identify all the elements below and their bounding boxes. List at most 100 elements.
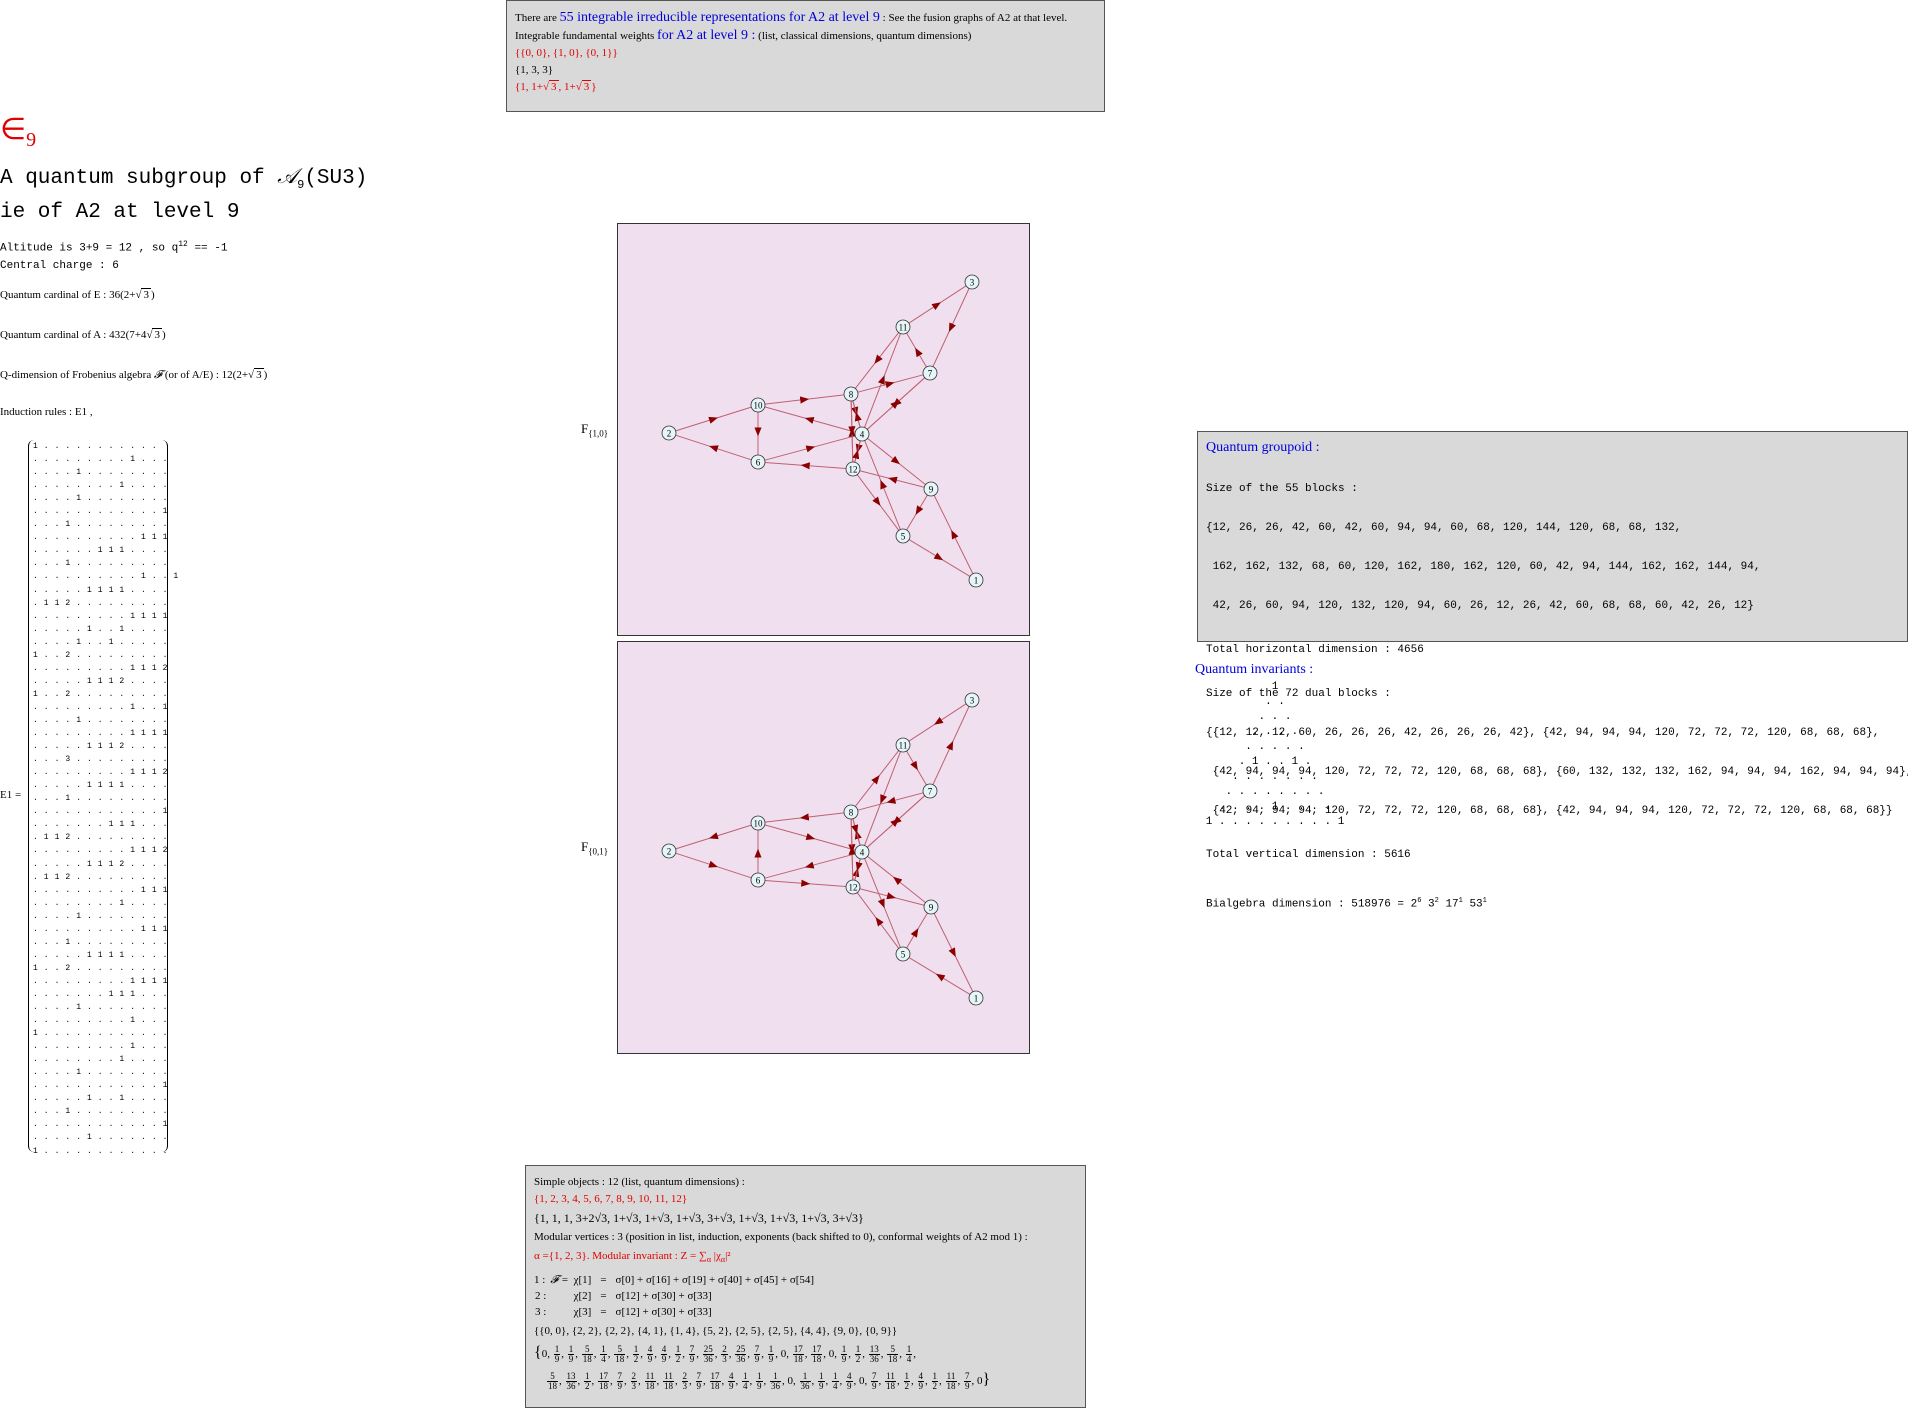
- fusion-graph-01: 123456789101112: [617, 641, 1030, 1054]
- matrix-row: . . . . . 1 1 1 1 . . . .: [29, 779, 167, 792]
- graph-edge: [907, 913, 928, 948]
- groupoid-title: Quantum groupoid :: [1206, 439, 1899, 457]
- cw-fraction: 12: [675, 1345, 682, 1364]
- cw-fraction: 12: [904, 1372, 911, 1391]
- graph-edge: [765, 395, 844, 404]
- qcard-a-sqrt: 3: [152, 328, 162, 341]
- row-chi: χ[3]: [573, 1304, 600, 1320]
- matrix-row: . . . . . . . . . 1 . . .: [29, 1014, 167, 1027]
- graph-node-label: 8: [849, 808, 854, 818]
- size-blocks-line: {12, 26, 26, 42, 60, 42, 60, 94, 94, 60,…: [1206, 522, 1899, 535]
- altitude-exp: 12: [178, 240, 188, 249]
- fusion-graph-10-svg: 123456789101112: [618, 224, 1031, 637]
- modular-invariant-line: α ={1, 2, 3}. Modular invariant : Z = ∑α…: [534, 1246, 1077, 1270]
- cw-fraction: 19: [818, 1372, 825, 1391]
- matrix-row: . . . 1 . . . . . . . . .: [29, 936, 167, 949]
- graph-node-label: 12: [849, 883, 858, 893]
- exponents-list: {{0, 0}, {2, 2}, {2, 2}, {4, 1}, {1, 4},…: [534, 1323, 1077, 1340]
- graph-edge: [853, 819, 860, 846]
- cw-fraction: 1718: [710, 1372, 721, 1391]
- cw-fraction: 79: [696, 1372, 703, 1391]
- matrix-row: . . . . 1 . . . . . . . .: [29, 1001, 167, 1014]
- cw-fraction: 79: [689, 1345, 696, 1364]
- graph1-label: F{1,0}: [581, 421, 608, 439]
- graph-edge: [855, 751, 898, 807]
- qd-d: 3: [582, 80, 592, 93]
- graph-edge: [765, 407, 856, 432]
- graph-edge: [865, 752, 901, 846]
- modular-row: 2 :χ[2]=σ[12] + σ[30] + σ[33]: [534, 1288, 815, 1304]
- graph-edge: [867, 796, 925, 848]
- matrix-row: . . . . . 1 . . 1 . . . .: [29, 623, 167, 636]
- graph-node-label: 3: [970, 278, 975, 288]
- row-eq: =: [599, 1304, 614, 1320]
- invariants-row: . . . .: [1195, 725, 1355, 740]
- qcard-e-value: 36(2+: [109, 289, 135, 301]
- simple-objects-list: {1, 2, 3, 4, 5, 6, 7, 8, 9, 10, 11, 12}: [534, 1191, 1077, 1208]
- bialgebra-dim: Bialgebra dimension : 518976 = 26 32 171…: [1206, 895, 1899, 912]
- symbol-subscript: 9: [26, 129, 36, 151]
- matrix-row: . . . . . . . . 1 . . . .: [29, 1053, 167, 1066]
- invariants-row: . .: [1195, 695, 1355, 710]
- cw-fraction: 12: [633, 1345, 640, 1364]
- invariants-row: . . . . . . . .: [1195, 785, 1355, 800]
- cw-fraction: 79: [617, 1372, 624, 1391]
- qcard-a-label: Quantum cardinal of A :: [0, 329, 109, 341]
- graph-edge: [865, 334, 901, 428]
- cw-fraction: 14: [600, 1345, 607, 1364]
- matrix-row: . . . . . 1 . . . . . . .: [29, 1131, 167, 1144]
- row-eq: =: [599, 1272, 614, 1288]
- matrix-row: 1 . . . . . . . . . . . .: [29, 1027, 167, 1040]
- matrix-row: . . . . . . 1 1 1 . . . .: [29, 544, 167, 557]
- matrix-row: . . . . 1 . . 1 . . . . .: [29, 636, 167, 649]
- graph-edge: [765, 881, 846, 887]
- graph-node-label: 3: [970, 696, 975, 706]
- cw-fraction: 1118: [645, 1372, 656, 1391]
- graph-edge: [676, 407, 752, 431]
- graph-edge: [676, 825, 752, 849]
- graph-edge: [909, 958, 970, 995]
- heading-line1: A quantum subgroup of: [0, 167, 277, 190]
- qdim-frobenius: Q-dimension of Frobenius algebra 𝓕 (or o…: [0, 367, 267, 384]
- altitude-text: Altitude is 3+9 = 12 , so q: [0, 243, 178, 255]
- graph-node-label: 9: [929, 485, 934, 495]
- quantum-dims: {1, 1+√3, 1+√3}: [515, 79, 1096, 96]
- graph-node-label: 11: [899, 323, 908, 333]
- cw-fraction: 1336: [869, 1345, 880, 1364]
- qdim-sqrt: 3: [254, 368, 264, 381]
- cw-fraction: 518: [614, 1345, 625, 1364]
- weights-link[interactable]: for A2 at level 9 :: [657, 28, 755, 43]
- graph-edge: [907, 751, 927, 785]
- total-horizontal: Total horizontal dimension : 4656: [1206, 644, 1899, 657]
- weights-post: (list, classical dimensions, quantum dim…: [755, 30, 971, 42]
- matrix-row: . . . . . . . . . . 1 . . 1: [29, 570, 167, 583]
- matrix-row: 1 . . . . . . . . . . . .: [29, 1145, 167, 1158]
- graph-node-label: 2: [667, 429, 672, 439]
- graph-edge: [855, 441, 861, 462]
- page-heading: A quantum subgroup of 𝒜9(SU3) ie of A2 a…: [0, 163, 367, 226]
- row-eq: =: [599, 1288, 614, 1304]
- matrix-row: . . . . . . . . . 1 1 1 2: [29, 844, 167, 857]
- cw-fraction: 14: [906, 1345, 913, 1364]
- qd-c: , 1+: [559, 81, 576, 93]
- matrix-label: E1 =: [0, 789, 21, 801]
- graph-node-label: 7: [928, 369, 933, 379]
- graph-node-label: 7: [928, 787, 933, 797]
- graph-node-label: 10: [754, 819, 764, 829]
- cw-fraction: 1718: [811, 1345, 822, 1364]
- graph-edge: [857, 475, 899, 531]
- conformal-weights-2: 518, 1336, 12, 1718, 79, 23, 1118, 1118,…: [534, 1367, 1077, 1394]
- total-vertical: Total vertical dimension : 5616: [1206, 849, 1899, 862]
- invariants-row: . . . . .: [1195, 740, 1355, 755]
- graph-edge: [858, 793, 923, 810]
- reps-link[interactable]: 55 integrable irreducible representation…: [560, 10, 880, 25]
- heading-line2: ie of A2 at level 9: [0, 199, 367, 226]
- graph-node-label: 5: [901, 532, 906, 542]
- central-charge: Central charge : 6: [0, 258, 227, 275]
- bialgebra-m2: 3: [1421, 899, 1434, 911]
- graph-node-label: 6: [756, 876, 761, 886]
- graph-edge: [909, 704, 966, 741]
- matrix-row: . . . . . . . . . 1 . . .: [29, 453, 167, 466]
- cw-fraction: 14: [832, 1372, 839, 1391]
- graph-edge: [865, 440, 901, 529]
